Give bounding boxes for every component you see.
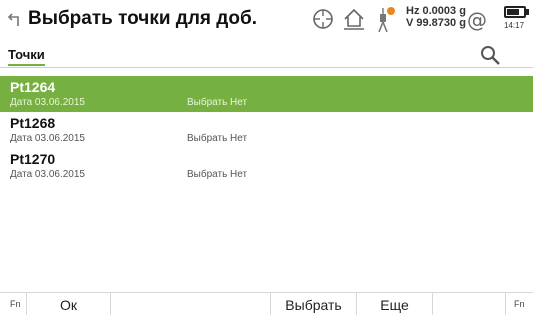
- tab-points[interactable]: Точки: [8, 47, 45, 66]
- page-title: Выбрать точки для доб.: [28, 8, 257, 29]
- point-select-status: Выбрать Нет: [187, 133, 248, 144]
- point-name: Pt1270: [10, 151, 56, 167]
- v-readout: V 99.8730 g: [406, 17, 466, 29]
- battery-icon: 14:17: [504, 6, 530, 30]
- angle-readout: Hz 0.0003 g V 99.8730 g: [406, 5, 466, 29]
- hz-readout: Hz 0.0003 g: [406, 5, 466, 17]
- ok-button[interactable]: Ок: [26, 293, 110, 315]
- select-button[interactable]: Выбрать: [270, 293, 356, 315]
- point-date: Дата 03.06.2015: [10, 97, 85, 108]
- softkey-f5[interactable]: [432, 293, 506, 315]
- more-button[interactable]: Еще: [356, 293, 432, 315]
- fn-key-right[interactable]: Fn: [514, 299, 525, 309]
- home-icon[interactable]: [341, 6, 367, 32]
- fn-key-left[interactable]: Fn: [10, 299, 21, 309]
- point-select-status: Выбрать Нет: [187, 97, 248, 108]
- point-name: Pt1264: [10, 79, 56, 95]
- tab-bar: Точки: [0, 40, 533, 68]
- at-icon[interactable]: @: [467, 8, 487, 32]
- target-icon[interactable]: [310, 6, 336, 32]
- softkey-bar: Fn Ок Выбрать Еще Fn: [0, 292, 533, 315]
- title-bar: Выбрать точки для доб. Hz 0.0003 g V 99.…: [0, 0, 533, 38]
- list-item[interactable]: Pt1264 Дата 03.06.2015 Выбрать Нет: [0, 76, 533, 112]
- point-name: Pt1268: [10, 115, 56, 131]
- points-list: Pt1264 Дата 03.06.2015 Выбрать Нет Pt126…: [0, 76, 533, 184]
- list-item[interactable]: Pt1270 Дата 03.06.2015 Выбрать Нет: [0, 148, 533, 184]
- point-date: Дата 03.06.2015: [10, 169, 85, 180]
- back-icon[interactable]: [6, 6, 26, 32]
- search-icon[interactable]: [479, 44, 501, 66]
- softkey-f2[interactable]: [110, 293, 270, 315]
- clock: 14:17: [504, 21, 525, 30]
- list-item[interactable]: Pt1268 Дата 03.06.2015 Выбрать Нет: [0, 112, 533, 148]
- point-date: Дата 03.06.2015: [10, 133, 85, 144]
- prism-icon[interactable]: [373, 4, 399, 34]
- point-select-status: Выбрать Нет: [187, 169, 248, 180]
